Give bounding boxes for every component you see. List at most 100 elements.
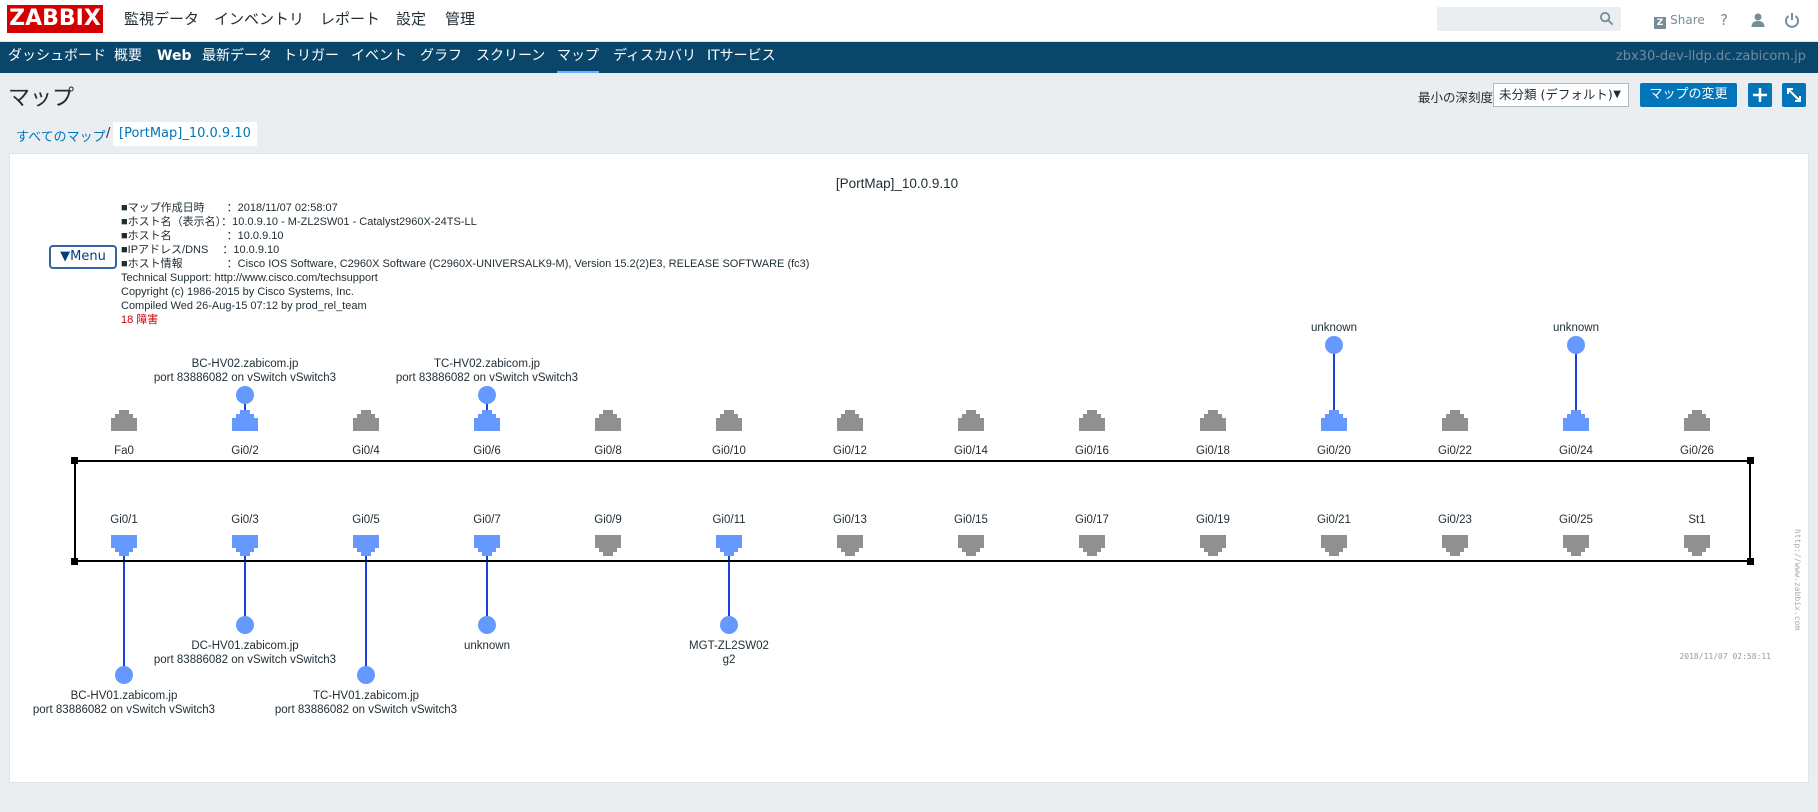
port-icon[interactable]: Gi0/5 — [352, 514, 380, 556]
port-icon[interactable]: Gi0/18 — [1196, 410, 1230, 457]
host-node-icon — [236, 386, 254, 404]
change-map-button[interactable]: マップの変更 — [1640, 83, 1737, 107]
port-icon[interactable]: Gi0/7 — [473, 514, 501, 556]
fullscreen-button[interactable] — [1782, 83, 1806, 107]
port-shape — [1321, 535, 1347, 556]
host-node-icon — [1567, 336, 1585, 354]
switch-frame[interactable] — [74, 460, 1751, 562]
port-label: Gi0/7 — [473, 514, 501, 526]
severity-select[interactable]: 未分類 (デフォルト) ▼ — [1493, 83, 1629, 107]
neighbor-node[interactable]: TC-HV01.zabicom.jp port 83886082 on vSwit… — [275, 666, 457, 716]
neighbor-node[interactable]: BC-HV02.zabicom.jp port 83886082 on vSwit… — [154, 358, 336, 404]
port-icon[interactable]: Gi0/19 — [1196, 514, 1230, 556]
share-button[interactable]: Z Share — [1654, 9, 1705, 31]
nav-item[interactable]: 概要 — [114, 42, 142, 73]
frame-handle[interactable] — [1747, 558, 1754, 565]
port-icon[interactable]: Gi0/15 — [954, 514, 988, 556]
nav-item[interactable]: グラフ — [420, 42, 462, 73]
host-info-line: ■IPアドレス/DNS ：10.0.9.10 — [121, 244, 279, 256]
port-icon[interactable]: Gi0/6 — [473, 410, 501, 457]
port-icon[interactable]: Gi0/1 — [110, 514, 138, 556]
port-icon[interactable]: Gi0/12 — [833, 410, 867, 457]
port-label: Gi0/9 — [594, 514, 622, 526]
neighbor-node[interactable]: MGT-ZL2SW02 g2 — [689, 616, 769, 666]
fullscreen-icon — [1787, 88, 1801, 102]
top-menu-item[interactable]: 設定 — [396, 0, 426, 42]
nav-item[interactable]: トリガー — [283, 42, 339, 73]
host-info-line: ■ホスト名（表示名）：10.0.9.10 - M-ZL2SW01 - Catal… — [121, 214, 477, 228]
neighbor-node[interactable]: BC-HV01.zabicom.jp port 83886082 on vSwit… — [33, 666, 215, 716]
port-icon[interactable]: Gi0/26 — [1680, 410, 1714, 457]
port-shape — [1200, 410, 1226, 431]
port-icon[interactable]: Gi0/14 — [954, 410, 989, 457]
port-label: Gi0/11 — [712, 514, 745, 526]
problem-count[interactable]: 18 障害 — [121, 312, 158, 326]
port-shape — [1684, 535, 1710, 556]
neighbor-node[interactable]: unknown — [464, 616, 510, 652]
port-icon[interactable]: Gi0/9 — [594, 514, 622, 556]
nav-item[interactable]: 最新データ — [202, 42, 272, 73]
port-icon[interactable]: Gi0/22 — [1438, 410, 1472, 457]
help-button[interactable]: ? — [1720, 9, 1728, 31]
host-node-icon — [1325, 336, 1343, 354]
port-icon[interactable]: Gi0/4 — [352, 410, 380, 457]
neighbor-label: unknown — [1311, 322, 1357, 334]
neighbor-node[interactable]: unknown — [1553, 322, 1599, 354]
port-shape — [1684, 410, 1710, 431]
port-shape — [1321, 410, 1347, 431]
top-menu-item[interactable]: 監視データ — [124, 0, 199, 42]
port-label: Gi0/24 — [1559, 445, 1593, 457]
breadcrumb-all-maps[interactable]: すべてのマップ — [16, 126, 106, 145]
port-icon[interactable]: Fa0 — [111, 410, 137, 457]
top-header: ZABBIX 監視データ インベントリ レポート 設定 管理 Z Share ? — [0, 0, 1818, 42]
port-icon[interactable]: Gi0/25 — [1559, 514, 1593, 556]
port-shape — [716, 410, 742, 431]
neighbor-label: port 83886082 on vSwitch vSwitch3 — [275, 704, 457, 716]
port-label: Gi0/13 — [833, 514, 867, 526]
frame-handle[interactable] — [71, 558, 78, 565]
nav-item[interactable]: ダッシュボード — [8, 42, 106, 73]
port-icon[interactable]: Gi0/10 — [712, 410, 746, 457]
port-icon[interactable]: St1 — [1684, 514, 1710, 556]
port-label: Gi0/25 — [1559, 514, 1593, 526]
zabbix-logo[interactable]: ZABBIX — [7, 5, 103, 33]
user-profile-button[interactable] — [1750, 9, 1766, 31]
neighbor-node[interactable]: TC-HV02.zabicom.jp port 83886082 on vSwit… — [396, 358, 578, 404]
port-icon[interactable]: Gi0/8 — [594, 410, 622, 457]
nav-item[interactable]: マップ — [557, 42, 599, 73]
port-icon[interactable]: Gi0/16 — [1075, 410, 1109, 457]
frame-handle[interactable] — [71, 457, 78, 464]
host-node-icon — [357, 666, 375, 684]
port-label: Gi0/2 — [231, 445, 259, 457]
port-icon[interactable]: Gi0/3 — [231, 514, 259, 556]
logout-button[interactable] — [1784, 9, 1800, 31]
neighbor-node[interactable]: DC-HV01.zabicom.jp port 83886082 on vSwit… — [154, 616, 336, 666]
port-icon[interactable]: Gi0/17 — [1075, 514, 1109, 556]
nav-item[interactable]: Web — [157, 42, 191, 73]
neighbor-node[interactable]: unknown — [1311, 322, 1357, 354]
top-menu-item[interactable]: 管理 — [445, 0, 475, 42]
port-icon[interactable]: Gi0/24 — [1559, 410, 1594, 457]
port-shape — [232, 410, 258, 431]
nav-item[interactable]: ITサービス — [707, 42, 776, 73]
port-icon[interactable]: Gi0/11 — [712, 514, 746, 556]
top-menu-item[interactable]: インベントリ — [214, 0, 304, 42]
port-label: Gi0/26 — [1680, 445, 1714, 457]
port-label: Gi0/19 — [1196, 514, 1230, 526]
nav-item[interactable]: イベント — [351, 42, 407, 73]
nav-item[interactable]: ディスカバリ — [613, 42, 696, 73]
port-icon[interactable]: Gi0/2 — [231, 410, 259, 457]
port-shape — [474, 410, 500, 431]
nav-item[interactable]: スクリーン — [476, 42, 545, 73]
port-icon[interactable]: Gi0/13 — [833, 514, 867, 556]
port-icon[interactable]: Gi0/20 — [1317, 410, 1351, 457]
port-icon[interactable]: Gi0/23 — [1438, 514, 1472, 556]
frame-handle[interactable] — [1747, 457, 1754, 464]
search-icon[interactable] — [1599, 11, 1614, 26]
port-icon[interactable]: Gi0/21 — [1317, 514, 1351, 556]
map-menu-button[interactable]: ▼Menu — [49, 245, 117, 269]
search-input[interactable] — [1437, 7, 1621, 31]
top-menu-item[interactable]: レポート — [320, 0, 380, 42]
add-map-button[interactable] — [1748, 83, 1772, 107]
breadcrumb-current-map[interactable]: [PortMap]_10.0.9.10 — [113, 122, 257, 146]
